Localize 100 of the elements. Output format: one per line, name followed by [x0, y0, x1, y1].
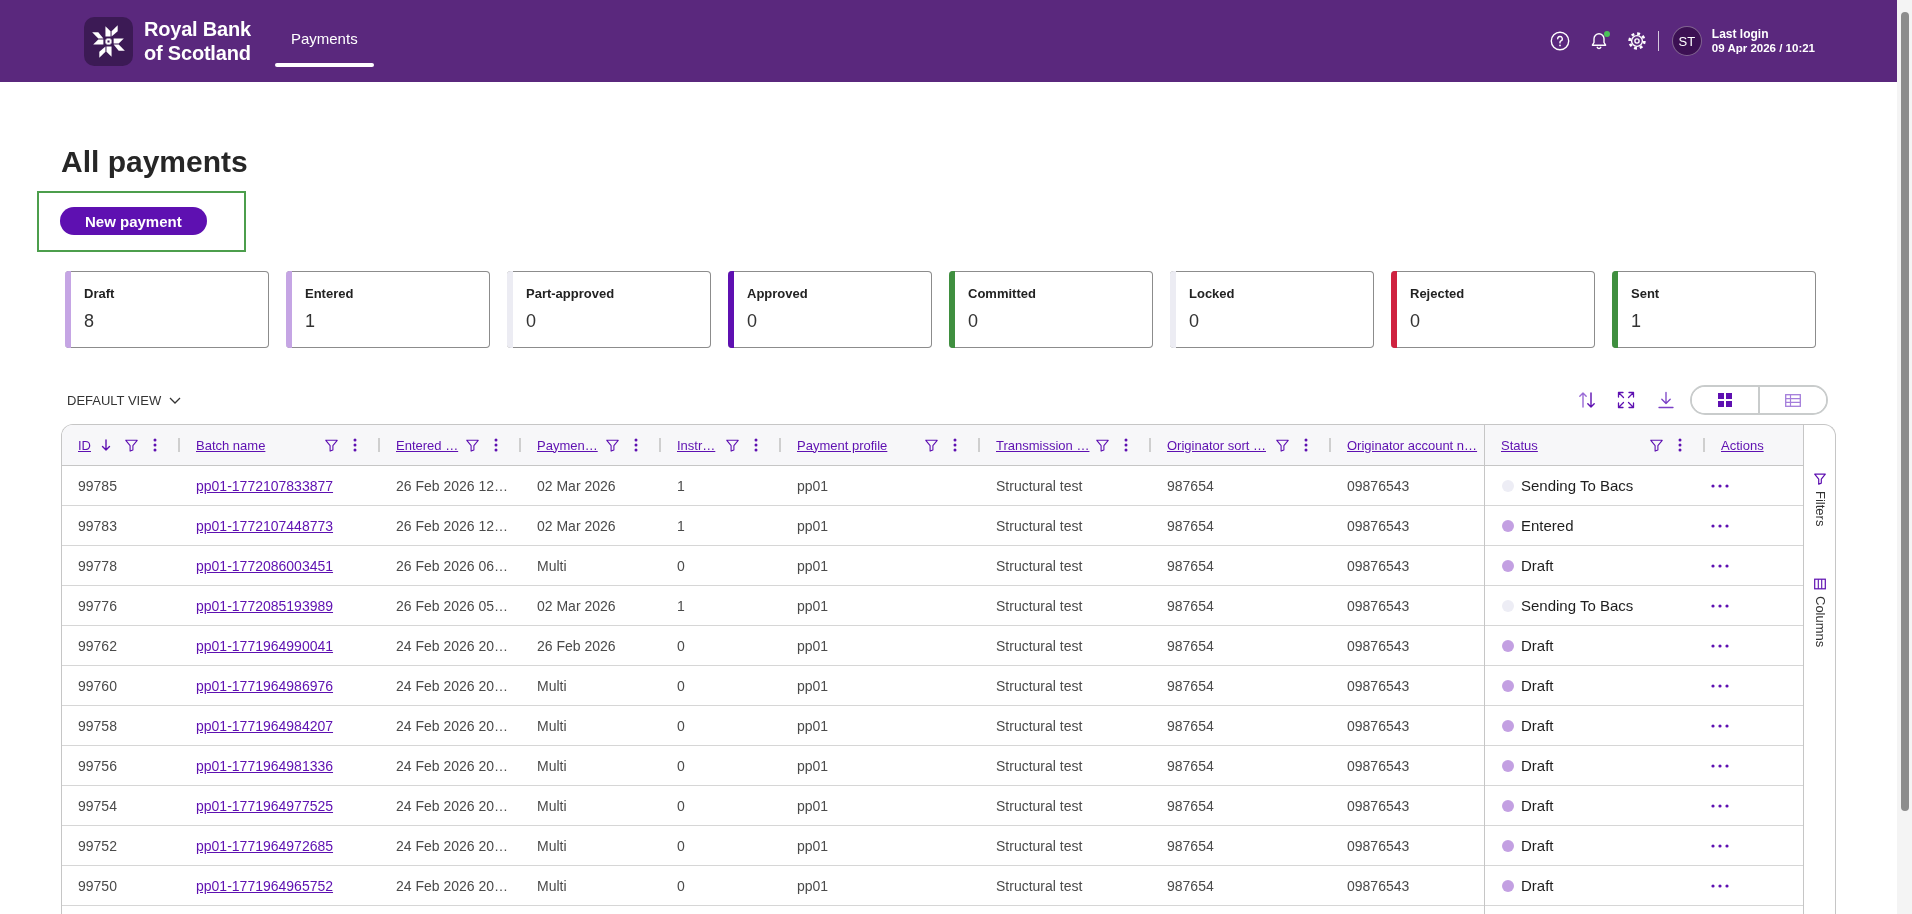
- column-header[interactable]: Batch name: [196, 437, 266, 453]
- more-horizontal-icon[interactable]: [1711, 523, 1729, 528]
- transmission-type: Structural test: [996, 877, 1083, 894]
- sort-code: 987654: [1167, 877, 1214, 894]
- column-header[interactable]: Entered …: [396, 437, 459, 453]
- filter-icon[interactable]: [1276, 438, 1289, 452]
- column-header[interactable]: Transmission …: [996, 437, 1090, 453]
- more-horizontal-icon[interactable]: [1711, 563, 1729, 568]
- help-icon[interactable]: [1549, 31, 1570, 51]
- grid-icon: [1718, 393, 1732, 407]
- new-payment-button[interactable]: New payment: [60, 207, 207, 235]
- status-card[interactable]: Committed 0: [949, 271, 1153, 348]
- more-vertical-icon[interactable]: [153, 438, 157, 452]
- more-horizontal-icon[interactable]: [1711, 603, 1729, 608]
- instruction-count: 0: [677, 757, 685, 774]
- more-horizontal-icon[interactable]: [1711, 723, 1729, 728]
- column-header[interactable]: Originator sort …: [1167, 437, 1266, 453]
- payment-id: 99756: [78, 757, 117, 774]
- instruction-count: 0: [677, 557, 685, 574]
- column-header[interactable]: Status: [1501, 437, 1538, 453]
- filter-icon[interactable]: [1650, 438, 1663, 452]
- more-vertical-icon[interactable]: [953, 438, 957, 452]
- more-vertical-icon[interactable]: [634, 438, 638, 452]
- batch-link[interactable]: pp01-1772107448773: [196, 517, 334, 534]
- status-card[interactable]: Locked 0: [1170, 271, 1374, 348]
- payment-date: 26 Feb 2026: [537, 637, 616, 654]
- status-label: Draft: [1521, 797, 1554, 814]
- batch-link[interactable]: pp01-1771964984207: [196, 717, 334, 734]
- more-vertical-icon[interactable]: [494, 438, 498, 452]
- filter-icon[interactable]: [325, 438, 338, 452]
- scrollbar-thumb[interactable]: [1900, 12, 1909, 811]
- more-horizontal-icon[interactable]: [1711, 843, 1729, 848]
- filters-tab[interactable]: Filters: [1812, 473, 1827, 527]
- card-label: Entered: [305, 286, 354, 302]
- settings-icon[interactable]: [1626, 31, 1647, 51]
- status-card[interactable]: Approved 0: [728, 271, 932, 348]
- last-login-time: 09 Apr 2026 / 10:21: [1711, 41, 1815, 55]
- entered-date: 24 Feb 2026 20…: [396, 677, 509, 694]
- page-title: All payments: [61, 144, 248, 180]
- column-header[interactable]: Originator account n…: [1347, 437, 1478, 453]
- filter-icon[interactable]: [125, 438, 138, 452]
- account-number: 09876543: [1347, 517, 1410, 534]
- more-horizontal-icon[interactable]: [1711, 803, 1729, 808]
- payment-date: Multi: [537, 557, 567, 574]
- filter-icon[interactable]: [606, 438, 619, 452]
- more-horizontal-icon[interactable]: [1711, 883, 1729, 888]
- status-label: Draft: [1521, 877, 1554, 894]
- more-horizontal-icon[interactable]: [1711, 763, 1729, 768]
- more-horizontal-icon[interactable]: [1711, 483, 1729, 488]
- more-vertical-icon[interactable]: [1304, 438, 1308, 452]
- expand-icon[interactable]: [1617, 391, 1635, 409]
- more-horizontal-icon[interactable]: [1711, 643, 1729, 648]
- batch-link[interactable]: pp01-1771964986976: [196, 677, 334, 694]
- more-horizontal-icon[interactable]: [1711, 683, 1729, 688]
- status-card[interactable]: Draft 8: [65, 271, 269, 348]
- filter-icon[interactable]: [726, 438, 739, 452]
- entered-date: 26 Feb 2026 12…: [396, 477, 509, 494]
- columns-tab[interactable]: Columns: [1812, 578, 1827, 648]
- account-number: 09876543: [1347, 837, 1410, 854]
- download-icon[interactable]: [1657, 391, 1675, 409]
- view-selector[interactable]: DEFAULT VIEW: [67, 392, 182, 408]
- batch-link[interactable]: pp01-1771964965752: [196, 877, 334, 894]
- filter-icon[interactable]: [925, 438, 938, 452]
- status-card[interactable]: Part-approved 0: [507, 271, 711, 348]
- column-header[interactable]: Paymen…: [537, 437, 598, 453]
- column-header[interactable]: Instr…: [677, 437, 716, 453]
- more-vertical-icon[interactable]: [353, 438, 357, 452]
- entered-date: 24 Feb 2026 20…: [396, 637, 509, 654]
- payment-date: 02 Mar 2026: [537, 597, 616, 614]
- more-vertical-icon[interactable]: [754, 438, 758, 452]
- filter-icon[interactable]: [1096, 438, 1109, 452]
- status-card[interactable]: Sent 1: [1612, 271, 1816, 348]
- column-header[interactable]: Payment profile: [797, 437, 888, 453]
- sort-icon[interactable]: [1578, 391, 1596, 409]
- status-card[interactable]: Rejected 0: [1391, 271, 1595, 348]
- bank-logo-icon[interactable]: [84, 16, 133, 66]
- batch-link[interactable]: pp01-1772107833877: [196, 477, 334, 494]
- batch-link[interactable]: pp01-1772086003451: [196, 557, 334, 574]
- table-icon: [1785, 393, 1801, 407]
- more-vertical-icon[interactable]: [1678, 438, 1682, 452]
- batch-link[interactable]: pp01-1771964981336: [196, 757, 334, 774]
- list-view-toggle[interactable]: [1758, 387, 1826, 413]
- transmission-type: Structural test: [996, 757, 1083, 774]
- column-header[interactable]: ID: [78, 437, 91, 453]
- instruction-count: 0: [677, 637, 685, 654]
- batch-link[interactable]: pp01-1771964990041: [196, 637, 334, 654]
- payment-profile: pp01: [797, 837, 829, 854]
- card-count: 0: [1189, 310, 1200, 332]
- batch-link[interactable]: pp01-1771964972685: [196, 837, 334, 854]
- filter-icon[interactable]: [466, 438, 479, 452]
- more-vertical-icon[interactable]: [1124, 438, 1128, 452]
- batch-link[interactable]: pp01-1771964977525: [196, 797, 334, 814]
- sort-code: 987654: [1167, 797, 1214, 814]
- column-header[interactable]: Actions: [1721, 437, 1764, 453]
- payment-date: Multi: [537, 677, 567, 694]
- batch-link[interactable]: pp01-1772085193989: [196, 597, 334, 614]
- transmission-type: Structural test: [996, 837, 1083, 854]
- user-avatar[interactable]: ST: [1671, 26, 1702, 56]
- status-card[interactable]: Entered 1: [286, 271, 490, 348]
- nav-tab[interactable]: Payments: [274, 15, 374, 67]
